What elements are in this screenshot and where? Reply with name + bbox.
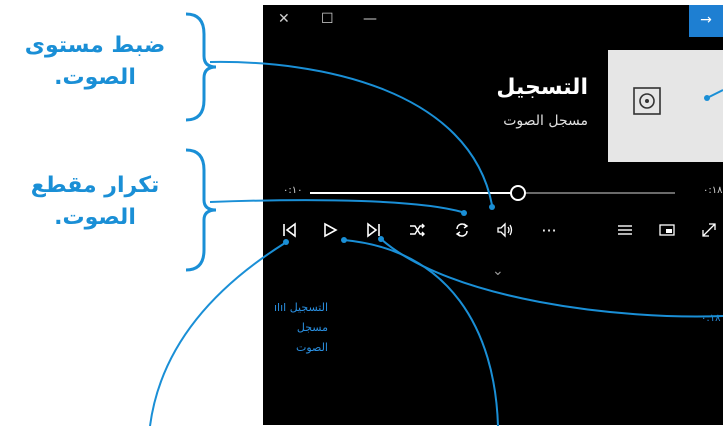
shuffle-icon — [410, 223, 425, 237]
repeat-button[interactable] — [448, 219, 476, 243]
repeat-callout-line1: تكرار مقطع — [30, 173, 160, 198]
voice-recorder-icon — [633, 87, 661, 115]
mini-player-info: التسجيل ılıl مسجل الصوت — [263, 298, 328, 358]
miniplayer-button[interactable] — [653, 219, 681, 243]
miniplayer-icon — [659, 224, 675, 236]
album-art — [608, 50, 723, 162]
media-player-window: ✕ ☐ — → التسجيل مسجل الصوت ٠:١٠ ٠:١٨ ··· — [263, 5, 723, 425]
volume-icon — [497, 222, 513, 238]
mini-player-time: ٠:١٨ — [701, 313, 721, 324]
fullscreen-icon — [702, 223, 716, 237]
audio-bars-icon: ılıl — [273, 301, 287, 314]
volume-button[interactable] — [491, 219, 519, 243]
fullscreen-button[interactable] — [695, 219, 723, 243]
play-icon — [324, 222, 338, 238]
playlist-icon — [618, 225, 632, 235]
minimize-icon[interactable]: — — [363, 11, 377, 27]
mini-player-title: التسجيل — [289, 301, 328, 314]
volume-callout-line1: ضبط مستوى — [24, 33, 166, 58]
previous-icon — [283, 222, 296, 238]
playlist-button[interactable] — [611, 219, 639, 243]
repeat-callout-line2: الصوت. — [54, 205, 136, 230]
shuffle-button[interactable] — [403, 219, 431, 243]
next-icon — [367, 222, 380, 238]
previous-button[interactable] — [275, 219, 303, 243]
play-button[interactable] — [316, 219, 344, 243]
repeat-icon — [455, 223, 469, 237]
total-time: ٠:١٨ — [703, 185, 723, 196]
next-button[interactable] — [360, 219, 388, 243]
repeat-callout-brace — [185, 148, 217, 272]
volume-callout-brace — [185, 12, 217, 122]
repeat-callout: تكرار مقطع الصوت. — [5, 170, 185, 234]
track-subtitle: مسجل الصوت — [503, 113, 588, 129]
volume-callout-line2: الصوت. — [54, 65, 136, 90]
seek-bar[interactable] — [310, 185, 675, 201]
elapsed-time: ٠:١٠ — [283, 185, 303, 196]
mini-player-subtitle: مسجل الصوت — [296, 321, 328, 354]
close-icon[interactable]: ✕ — [278, 11, 290, 27]
arrow-right-icon[interactable]: → — [689, 5, 723, 37]
seek-bar-fill — [310, 192, 518, 194]
more-button[interactable]: ··· — [535, 219, 563, 243]
collapse-chevron-icon[interactable]: ⌄ — [492, 263, 504, 279]
maximize-icon[interactable]: ☐ — [321, 11, 334, 27]
seek-bar-thumb[interactable] — [510, 185, 526, 201]
volume-callout: ضبط مستوى الصوت. — [5, 30, 185, 94]
more-icon: ··· — [541, 221, 557, 240]
track-title: التسجيل — [496, 75, 588, 100]
